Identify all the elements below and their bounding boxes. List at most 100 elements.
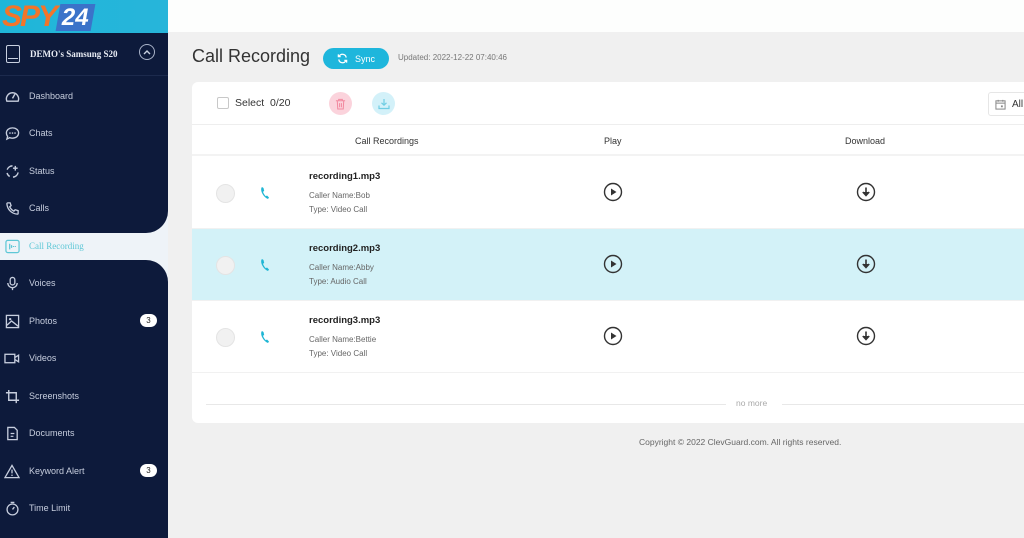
top-bar (168, 0, 1024, 32)
download-tray-icon (377, 98, 390, 109)
photos-count-badge: 3 (140, 314, 157, 327)
sidebar-item-time-limit[interactable]: Time Limit (0, 493, 168, 523)
select-label: Select 0/20 (235, 97, 290, 109)
calendar-icon (995, 99, 1006, 110)
date-filter-dropdown[interactable]: All (988, 92, 1024, 116)
caller-name: Caller Name:Bob (309, 191, 370, 200)
app-root: SPY 24 DEMO's Samsung S20 Dashboard Chat… (0, 0, 1024, 538)
sidebar: SPY 24 DEMO's Samsung S20 Dashboard Chat… (0, 0, 168, 538)
sidebar-item-label: Voices (29, 278, 56, 288)
warning-icon (4, 463, 20, 479)
logo-number: 24 (55, 3, 96, 31)
sidebar-item-chats[interactable]: Chats (0, 118, 168, 148)
sidebar-item-label: Call Recording (29, 241, 84, 251)
chat-bubble-icon (4, 125, 20, 141)
sidebar-item-label: Status (29, 166, 55, 176)
sidebar-item-label: Documents (29, 428, 75, 438)
recording-filename: recording1.mp3 (309, 171, 381, 182)
sidebar-item-status[interactable]: Status (0, 156, 168, 186)
row-select-radio[interactable] (216, 328, 235, 347)
image-icon (4, 313, 20, 329)
sync-icon (337, 53, 348, 64)
table-header: Call Recordings Play Download (192, 126, 1024, 156)
recordings-panel: Select 0/20 All Call Recordings Play Dow… (192, 82, 1024, 423)
call-type: Type: Video Call (309, 205, 368, 214)
sidebar-item-calls[interactable]: Calls (0, 193, 168, 223)
caller-name: Caller Name:Bettie (309, 335, 377, 344)
sidebar-item-screenshots[interactable]: Screenshots (0, 381, 168, 411)
call-type: Type: Video Call (309, 349, 368, 358)
column-header-download: Download (845, 136, 886, 146)
phone-icon (4, 200, 20, 216)
column-header-call-recordings: Call Recordings (355, 136, 419, 146)
table-row[interactable]: recording2.mp3 Caller Name:Abby Type: Au… (192, 229, 1024, 301)
sidebar-item-call-recording[interactable]: Call Recording (0, 231, 168, 261)
caller-name: Caller Name:Abby (309, 263, 374, 272)
sidebar-item-dashboard[interactable]: Dashboard (0, 81, 168, 111)
sidebar-item-label: Chats (29, 128, 53, 138)
sidebar-item-label: Screenshots (29, 391, 80, 401)
play-icon[interactable] (603, 182, 623, 202)
dashboard-icon (4, 88, 20, 104)
crop-icon (4, 388, 20, 404)
recording-filename: recording2.mp3 (309, 243, 381, 254)
sidebar-item-photos[interactable]: Photos 3 (0, 306, 168, 336)
table-row[interactable]: recording3.mp3 Caller Name:Bettie Type: … (192, 301, 1024, 373)
column-header-play: Play (604, 136, 622, 146)
updated-timestamp: Updated: 2022-12-22 07:40:46 (398, 53, 507, 62)
download-icon[interactable] (856, 182, 876, 202)
phone-device-icon (6, 45, 20, 63)
sync-button[interactable]: Sync (323, 48, 389, 69)
select-text: Select (235, 97, 265, 109)
copyright-text: Copyright © 2022 ClevGuard.com. All righ… (639, 437, 842, 447)
trash-icon (335, 98, 346, 110)
toolbar: Select 0/20 All (192, 82, 1024, 125)
sidebar-item-label: Videos (29, 353, 57, 363)
logo-text: SPY (2, 0, 58, 33)
call-recording-icon (4, 238, 20, 254)
sidebar-item-keyword-alert[interactable]: Keyword Alert 3 (0, 456, 168, 486)
call-type: Type: Audio Call (309, 277, 367, 286)
sync-label: Sync (354, 53, 375, 64)
recording-filename: recording3.mp3 (309, 315, 381, 326)
logo-bar: SPY 24 (0, 0, 168, 33)
sidebar-item-documents[interactable]: Documents (0, 418, 168, 448)
download-icon[interactable] (856, 326, 876, 346)
play-icon[interactable] (603, 326, 623, 346)
device-name: DEMO's Samsung S20 (30, 49, 118, 59)
stopwatch-icon (4, 500, 20, 516)
date-filter-value: All (1012, 98, 1024, 110)
logo[interactable]: SPY 24 (2, 0, 96, 33)
chevron-up-icon[interactable] (139, 44, 155, 60)
row-select-radio[interactable] (216, 184, 235, 203)
document-icon (4, 425, 20, 441)
sidebar-item-label: Dashboard (29, 91, 74, 101)
table-row[interactable]: recording1.mp3 Caller Name:Bob Type: Vid… (192, 157, 1024, 229)
sidebar-item-label: Photos (29, 316, 58, 326)
row-select-radio[interactable] (216, 256, 235, 275)
device-selector[interactable]: DEMO's Samsung S20 (0, 38, 168, 76)
keyword-alert-count-badge: 3 (140, 464, 157, 477)
status-icon (4, 163, 20, 179)
phone-icon (261, 187, 269, 199)
select-count: 0/20 (270, 97, 291, 109)
sidebar-item-videos[interactable]: Videos (0, 343, 168, 373)
end-of-list: no more (206, 398, 1024, 410)
divider (206, 404, 726, 405)
sidebar-item-label: Keyword Alert (29, 466, 85, 476)
delete-button[interactable] (329, 92, 352, 115)
play-icon[interactable] (603, 254, 623, 274)
no-more-label: no more (736, 398, 768, 408)
video-camera-icon (4, 350, 20, 366)
microphone-icon (4, 275, 20, 291)
download-icon[interactable] (856, 254, 876, 274)
divider (782, 404, 1024, 405)
download-selected-button[interactable] (372, 92, 395, 115)
sidebar-item-label: Calls (29, 203, 50, 213)
divider (0, 75, 168, 76)
sidebar-item-label: Time Limit (29, 503, 71, 513)
select-all-checkbox[interactable] (217, 97, 229, 109)
sidebar-item-voices[interactable]: Voices (0, 268, 168, 298)
page-title: Call Recording (192, 46, 311, 66)
phone-icon (261, 259, 269, 271)
